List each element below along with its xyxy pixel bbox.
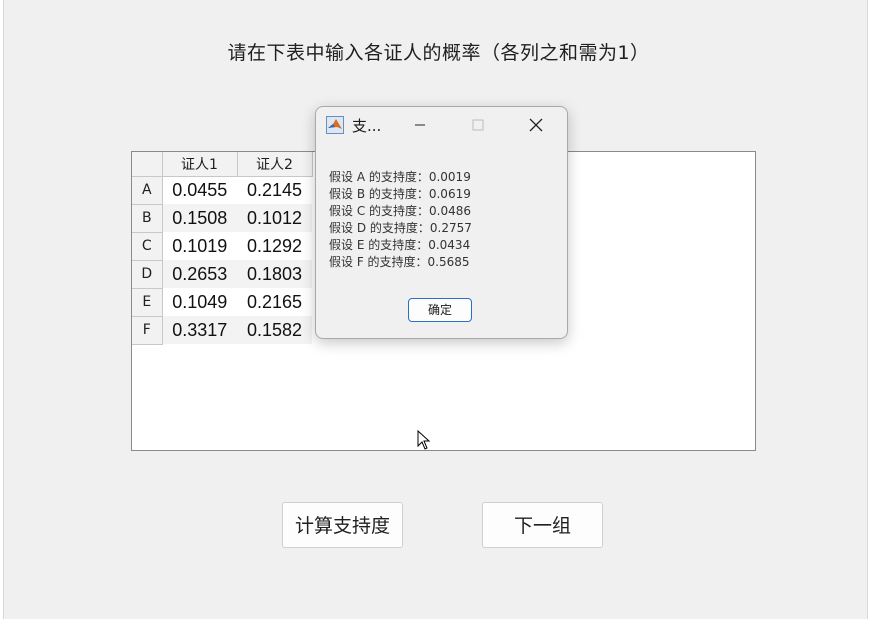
close-icon[interactable] [516, 113, 556, 137]
row-header[interactable]: F [132, 316, 163, 345]
minimize-icon[interactable] [400, 113, 440, 137]
table-cell[interactable]: 0.1508 [162, 204, 237, 232]
table-header-row: 证人1 证人2 [132, 152, 313, 177]
support-dialog: 支... 假设 A 的支持度：0.0019 假设 B 的支持度：0.0619 假… [315, 106, 568, 339]
dialog-title: 支... [352, 117, 382, 135]
maximize-icon [458, 113, 498, 137]
data-table: 证人1 证人2 A 0.0455 0.2145 B 0.1508 0.1012 … [132, 152, 313, 345]
row-header[interactable]: B [132, 204, 163, 233]
ok-button[interactable]: 确定 [408, 298, 472, 322]
table-cell[interactable]: 0.1019 [162, 232, 237, 260]
table-cell[interactable]: 0.1292 [237, 232, 312, 260]
table-cell[interactable]: 0.1012 [237, 204, 312, 232]
support-line-d: 假设 D 的支持度：0.2757 [329, 221, 472, 235]
column-header-2[interactable]: 证人2 [237, 152, 313, 177]
table-cell[interactable]: 0.0455 [162, 176, 237, 204]
support-line-b: 假设 B 的支持度：0.0619 [329, 187, 471, 201]
table-row: C 0.1019 0.1292 [132, 232, 312, 261]
table-cell[interactable]: 0.2653 [162, 260, 237, 288]
matlab-icon [326, 116, 344, 134]
table-row: F 0.3317 0.1582 [132, 316, 312, 345]
calculate-support-button[interactable]: 计算支持度 [282, 502, 403, 548]
row-header[interactable]: C [132, 232, 163, 261]
row-header[interactable]: D [132, 260, 163, 289]
mouse-cursor-icon [417, 429, 431, 450]
table-cell[interactable]: 0.2145 [237, 176, 312, 204]
column-header-1[interactable]: 证人1 [162, 152, 238, 177]
table-cell[interactable]: 0.1049 [162, 288, 237, 316]
support-line-c: 假设 C 的支持度：0.0486 [329, 204, 471, 218]
support-line-a: 假设 A 的支持度：0.0019 [329, 170, 471, 184]
table-cell[interactable]: 0.2165 [237, 288, 312, 316]
support-line-e: 假设 E 的支持度：0.0434 [329, 238, 471, 252]
table-cell[interactable]: 0.1582 [237, 316, 312, 344]
next-group-button[interactable]: 下一组 [482, 502, 603, 548]
table-row: B 0.1508 0.1012 [132, 204, 312, 233]
table-corner [132, 152, 163, 177]
table-row: D 0.2653 0.1803 [132, 260, 312, 289]
table-cell[interactable]: 0.1803 [237, 260, 312, 288]
row-header[interactable]: A [132, 176, 163, 205]
row-header[interactable]: E [132, 288, 163, 317]
table-row: E 0.1049 0.2165 [132, 288, 312, 317]
table-cell[interactable]: 0.3317 [162, 316, 237, 344]
instruction-label: 请在下表中输入各证人的概率（各列之和需为1） [227, 42, 650, 64]
dialog-message: 假设 A 的支持度：0.0019 假设 B 的支持度：0.0619 假设 C 的… [329, 169, 472, 271]
support-line-f: 假设 F 的支持度：0.5685 [329, 255, 470, 269]
table-row: A 0.0455 0.2145 [132, 176, 312, 205]
dialog-title-bar[interactable]: 支... [316, 107, 567, 143]
